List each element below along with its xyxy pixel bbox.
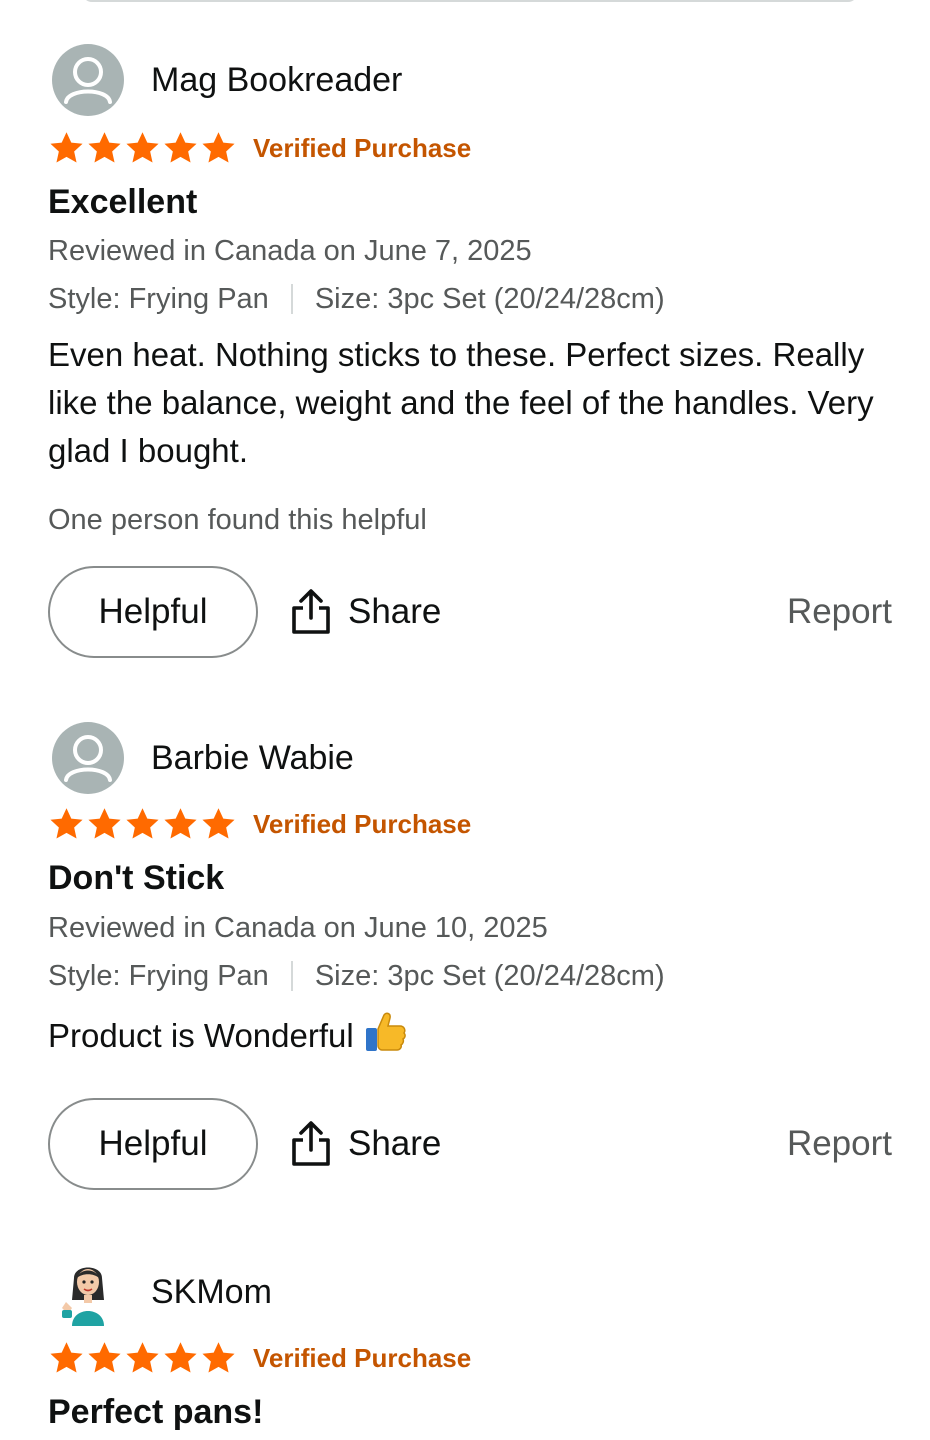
star-icon	[200, 1340, 237, 1376]
size-label: Size: 3pc Set (20/24/28cm)	[314, 960, 665, 992]
report-link[interactable]: Report	[787, 566, 892, 658]
star-icon	[48, 806, 85, 842]
divider	[290, 961, 293, 991]
verified-purchase-badge: Verified Purchase	[253, 808, 472, 839]
divider	[290, 284, 293, 314]
style-label: Style: Frying Pan	[48, 960, 269, 992]
review-title: Excellent	[48, 183, 198, 221]
star-rating[interactable]	[48, 806, 237, 842]
reviewer-name[interactable]: SKMom	[151, 1272, 272, 1312]
star-icon	[86, 130, 123, 166]
review-body: Product is Wonderful	[48, 1009, 888, 1068]
star-icon	[200, 130, 237, 166]
share-button[interactable]: Share	[290, 566, 441, 658]
star-rating[interactable]	[48, 1340, 237, 1376]
star-icon	[86, 1340, 123, 1376]
reviewer-profile[interactable]: Barbie Wabie	[52, 722, 354, 794]
thumbs-up-icon	[362, 1009, 408, 1068]
helpful-button[interactable]: Helpful	[48, 566, 258, 658]
star-icon	[124, 130, 161, 166]
rating-row: Verified Purchase	[48, 804, 471, 844]
share-label: Share	[348, 1124, 442, 1163]
share-icon	[290, 588, 332, 636]
style-label: Style: Frying Pan	[48, 283, 269, 315]
review-date: Reviewed in Canada on June 7, 2025	[48, 235, 532, 267]
helpful-count: One person found this helpful	[48, 504, 427, 536]
star-icon	[48, 130, 85, 166]
custom-avatar-icon	[52, 1256, 124, 1328]
share-button[interactable]: Share	[290, 1098, 441, 1190]
variant-info: Style: Frying Pan Size: 3pc Set (20/24/2…	[48, 281, 665, 317]
review-title: Perfect pans!	[48, 1393, 264, 1431]
previous-card-edge	[82, 0, 858, 2]
star-icon	[162, 130, 199, 166]
verified-purchase-badge: Verified Purchase	[253, 132, 472, 163]
rating-row: Verified Purchase	[48, 1338, 471, 1378]
reviewer-profile[interactable]: Mag Bookreader	[52, 44, 402, 116]
star-icon	[162, 1340, 199, 1376]
review-date: Reviewed in Canada on June 10, 2025	[48, 912, 548, 944]
star-rating[interactable]	[48, 130, 237, 166]
star-icon	[124, 806, 161, 842]
rating-row: Verified Purchase	[48, 128, 471, 168]
review-actions: Helpful Share Report	[48, 566, 892, 658]
star-icon	[124, 1340, 161, 1376]
star-icon	[162, 806, 199, 842]
helpful-button[interactable]: Helpful	[48, 1098, 258, 1190]
review-title: Don't Stick	[48, 859, 225, 897]
report-link[interactable]: Report	[787, 1098, 892, 1190]
reviewer-profile[interactable]: SKMom	[52, 1256, 272, 1328]
size-label: Size: 3pc Set (20/24/28cm)	[314, 283, 665, 315]
star-icon	[48, 1340, 85, 1376]
verified-purchase-badge: Verified Purchase	[253, 1342, 472, 1373]
review-body-text: Product is Wonderful	[48, 1017, 354, 1055]
reviewer-name[interactable]: Barbie Wabie	[151, 738, 354, 778]
star-icon	[86, 806, 123, 842]
reviewer-name[interactable]: Mag Bookreader	[151, 60, 402, 100]
review-actions: Helpful Share Report	[48, 1098, 892, 1190]
review-body: Even heat. Nothing sticks to these. Perf…	[48, 336, 874, 469]
share-label: Share	[348, 592, 442, 631]
default-avatar-icon	[52, 44, 124, 116]
default-avatar-icon	[52, 722, 124, 794]
variant-info: Style: Frying Pan Size: 3pc Set (20/24/2…	[48, 958, 665, 994]
star-icon	[200, 806, 237, 842]
share-icon	[290, 1120, 332, 1168]
